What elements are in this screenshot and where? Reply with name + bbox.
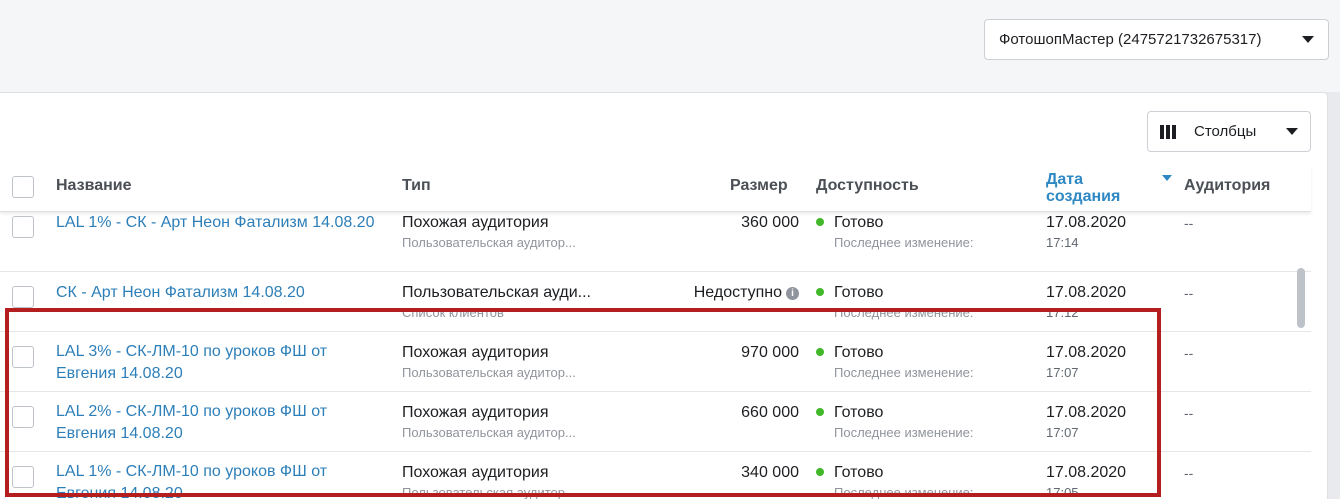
select-all-checkbox[interactable] bbox=[12, 176, 34, 198]
table-row[interactable]: LAL 1% - СК-ЛМ-10 по уроков ФШ от Евгени… bbox=[0, 452, 1311, 499]
audience-name-link[interactable]: СК - Арт Неон Фатализм 14.08.20 bbox=[56, 282, 386, 304]
columns-button[interactable]: Столбцы bbox=[1147, 111, 1311, 152]
status-dot-icon bbox=[816, 288, 824, 296]
audience-size: 360 000 bbox=[741, 214, 799, 231]
availability-status: Готово bbox=[834, 214, 884, 231]
created-date: 17.08.2020 bbox=[1046, 464, 1127, 481]
header-type[interactable]: Тип bbox=[402, 177, 431, 195]
header-name[interactable]: Название bbox=[56, 177, 132, 195]
header-size[interactable]: Размер bbox=[730, 177, 788, 195]
audience-type: Похожая аудитория bbox=[402, 404, 549, 421]
table-body: LAL 1% - СК - Арт Неон Фатализм 14.08.20… bbox=[0, 212, 1311, 499]
audience-value: -- bbox=[1184, 285, 1194, 301]
availability-status: Готово bbox=[834, 284, 884, 301]
header-date-line2: создания bbox=[1046, 188, 1121, 205]
audience-name-link[interactable]: LAL 3% - СК-ЛМ-10 по уроков ФШ от Евгени… bbox=[56, 341, 386, 385]
availability-status: Готово bbox=[834, 404, 884, 421]
table-header: Название Тип Размер Доступность Дата соз… bbox=[0, 165, 1311, 212]
caret-down-icon bbox=[1286, 128, 1298, 135]
audience-value: -- bbox=[1184, 405, 1194, 421]
status-dot-icon bbox=[816, 468, 824, 476]
audience-subtype: Пользовательская аудитор... bbox=[402, 235, 576, 250]
audience-size: Недоступно i bbox=[694, 282, 799, 304]
availability-last-change: Последнее изменение: bbox=[834, 425, 974, 440]
header-audience[interactable]: Аудитория bbox=[1184, 177, 1270, 195]
row-checkbox[interactable] bbox=[12, 466, 34, 488]
audience-value: -- bbox=[1184, 215, 1194, 231]
header-date-line1: Дата bbox=[1046, 171, 1084, 188]
table-row[interactable]: LAL 1% - СК - Арт Неон Фатализм 14.08.20… bbox=[0, 212, 1311, 272]
scrollbar-thumb[interactable] bbox=[1297, 268, 1305, 328]
table-row[interactable]: LAL 2% - СК-ЛМ-10 по уроков ФШ от Евгени… bbox=[0, 392, 1311, 452]
audience-size: 660 000 bbox=[741, 404, 799, 421]
created-date: 17.08.2020 bbox=[1046, 344, 1127, 361]
availability-status: Готово bbox=[834, 344, 884, 361]
audience-value: -- bbox=[1184, 345, 1194, 361]
audience-subtype: Пользовательская аудитор... bbox=[402, 425, 576, 440]
created-date: 17.08.2020 bbox=[1046, 284, 1127, 301]
audience-name-link[interactable]: LAL 1% - СК - Арт Неон Фатализм 14.08.20 bbox=[56, 212, 386, 234]
audience-size: 340 000 bbox=[741, 464, 799, 481]
audience-subtype: Пользовательская аудитор... bbox=[402, 365, 576, 380]
availability-last-change: Последнее изменение: bbox=[834, 305, 974, 320]
columns-icon bbox=[1160, 124, 1176, 139]
table-row[interactable]: СК - Арт Неон Фатализм 14.08.20 Пользова… bbox=[0, 272, 1311, 332]
table-row[interactable]: LAL 3% - СК-ЛМ-10 по уроков ФШ от Евгени… bbox=[0, 332, 1311, 392]
audience-size-value: Недоступно bbox=[693, 284, 782, 301]
row-checkbox[interactable] bbox=[12, 406, 34, 428]
created-time: 17:07 bbox=[1046, 365, 1079, 380]
created-time: 17:05 bbox=[1046, 485, 1079, 499]
audience-type: Пользовательская ауди... bbox=[402, 284, 591, 301]
sort-descending-icon[interactable] bbox=[1162, 175, 1172, 181]
availability-last-change: Последнее изменение: bbox=[834, 365, 974, 380]
row-checkbox[interactable] bbox=[12, 216, 34, 238]
audience-type: Похожая аудитория bbox=[402, 344, 549, 361]
info-icon[interactable]: i bbox=[786, 287, 799, 300]
account-select-label: ФотошопМастер (2475721732675317) bbox=[999, 31, 1262, 48]
created-time: 17:14 bbox=[1046, 235, 1079, 250]
audience-size: 970 000 bbox=[741, 344, 799, 361]
status-dot-icon bbox=[816, 218, 824, 226]
audience-value: -- bbox=[1184, 465, 1194, 481]
header-date-created[interactable]: Дата создания bbox=[1046, 171, 1120, 205]
created-time: 17:12 bbox=[1046, 305, 1079, 320]
row-checkbox[interactable] bbox=[12, 346, 34, 368]
columns-button-label: Столбцы bbox=[1194, 123, 1257, 140]
audience-name-link[interactable]: LAL 2% - СК-ЛМ-10 по уроков ФШ от Евгени… bbox=[56, 401, 386, 445]
created-date: 17.08.2020 bbox=[1046, 214, 1127, 231]
availability-last-change: Последнее изменение: bbox=[834, 235, 974, 250]
audience-subtype: Пользовательская аудитор... bbox=[402, 485, 576, 499]
status-dot-icon bbox=[816, 348, 824, 356]
audience-name-link[interactable]: LAL 1% - СК-ЛМ-10 по уроков ФШ от Евгени… bbox=[56, 461, 386, 499]
account-select[interactable]: ФотошопМастер (2475721732675317) bbox=[984, 19, 1329, 60]
header-availability[interactable]: Доступность bbox=[816, 177, 919, 195]
created-date: 17.08.2020 bbox=[1046, 404, 1127, 421]
row-checkbox[interactable] bbox=[12, 286, 34, 308]
availability-status: Готово bbox=[834, 464, 884, 481]
availability-last-change: Последнее изменение: bbox=[834, 485, 974, 499]
status-dot-icon bbox=[816, 408, 824, 416]
created-time: 17:07 bbox=[1046, 425, 1079, 440]
caret-down-icon bbox=[1302, 36, 1314, 43]
audience-subtype: Список клиентов bbox=[402, 305, 504, 320]
audience-type: Похожая аудитория bbox=[402, 464, 549, 481]
audience-type: Похожая аудитория bbox=[402, 214, 549, 231]
